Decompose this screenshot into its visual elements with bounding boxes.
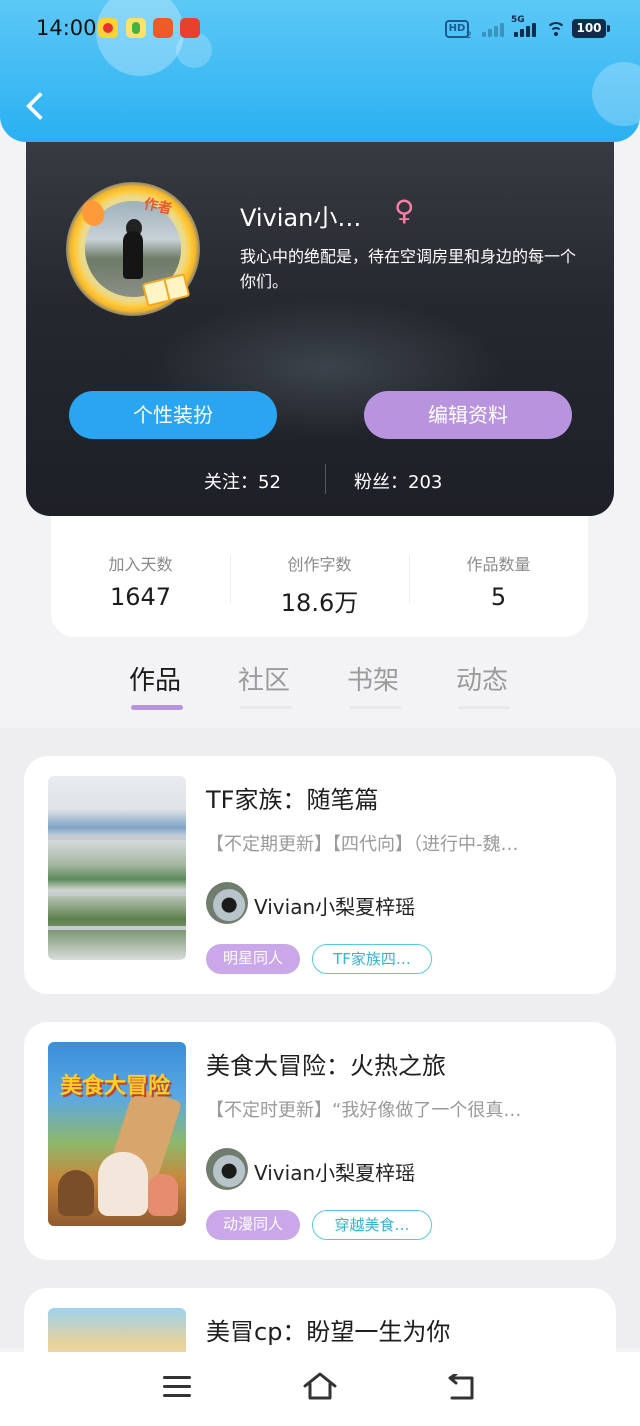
work-title: 美冒cp：盼望一生为你 bbox=[206, 1318, 451, 1346]
stat-label: 加入天数 bbox=[108, 555, 173, 574]
work-cover-image bbox=[48, 776, 186, 960]
status-time: 14:00 bbox=[36, 16, 97, 40]
follow-stats: 关注：52 粉丝：203 bbox=[26, 464, 614, 494]
app-notification-icon bbox=[180, 18, 200, 38]
work-description: 【不定期更新】【四代向】（进行中-魏… bbox=[206, 834, 519, 855]
app-notification-icon bbox=[126, 18, 146, 38]
tab-works[interactable]: 作品 bbox=[129, 660, 181, 697]
profile-bio: 我心中的绝配是，待在空调房里和身边的每一个你们。 bbox=[240, 247, 577, 291]
hd-sub-label: 2 bbox=[466, 31, 472, 41]
author-avatar bbox=[206, 882, 248, 924]
stat-label: 作品数量 bbox=[466, 555, 531, 574]
work-title: TF家族：随笔篇 bbox=[206, 786, 379, 814]
tab-activity[interactable]: 动态 bbox=[456, 660, 508, 697]
stat-works-count: 作品数量 5 bbox=[409, 551, 588, 611]
work-description: 【不定时更新】“我好像做了一个很真… bbox=[206, 1100, 522, 1121]
tab-indicator-placeholder bbox=[349, 706, 401, 709]
back-button[interactable] bbox=[20, 86, 52, 126]
stat-word-count: 创作字数 18.6万 bbox=[230, 551, 409, 618]
stat-value: 5 bbox=[490, 583, 507, 611]
active-tab-indicator bbox=[131, 705, 183, 710]
author-avatar bbox=[206, 1148, 248, 1190]
work-cover-image: 美食大冒险 bbox=[48, 1042, 186, 1226]
creator-stats: 加入天数 1647 创作字数 18.6万 作品数量 5 bbox=[51, 515, 588, 637]
profile-tabs: 作品 社区 书架 动态 bbox=[0, 650, 640, 720]
tab-bookshelf[interactable]: 书架 bbox=[347, 660, 399, 697]
profile-card: 作者 Vivian小… ♀ 我心中的绝配是，待在空调房里和身边的每一个你们。 个… bbox=[26, 118, 614, 516]
menu-icon[interactable] bbox=[163, 1376, 191, 1398]
app-notification-icon bbox=[153, 18, 173, 38]
system-nav-bar bbox=[0, 1352, 640, 1426]
wifi-icon bbox=[546, 22, 566, 36]
dress-up-button[interactable]: 个性装扮 bbox=[69, 391, 277, 439]
signal-icon bbox=[482, 21, 506, 37]
work-card[interactable]: 美食大冒险 美食大冒险：火热之旅 【不定时更新】“我好像做了一个很真… Vivi… bbox=[24, 1022, 616, 1260]
divider bbox=[325, 464, 326, 494]
status-bar: 14:00 HD 2 5G 100 bbox=[0, 0, 640, 58]
username: Vivian小… bbox=[240, 204, 362, 232]
tab-indicator-placeholder bbox=[458, 706, 510, 709]
stat-label: 创作字数 bbox=[287, 555, 352, 574]
tab-indicator-placeholder bbox=[240, 706, 292, 709]
battery-icon: 100 bbox=[572, 19, 610, 38]
female-icon: ♀ bbox=[394, 194, 415, 227]
category-tag[interactable]: 动漫同人 bbox=[206, 1210, 300, 1240]
weibo-notification-icon bbox=[98, 18, 118, 38]
home-icon[interactable] bbox=[302, 1370, 338, 1402]
edit-profile-button[interactable]: 编辑资料 bbox=[364, 391, 572, 439]
topic-tag[interactable]: TF家族四… bbox=[312, 944, 432, 974]
fans-count[interactable]: 粉丝：203 bbox=[354, 468, 442, 494]
signal-5g-icon bbox=[514, 21, 538, 37]
following-count[interactable]: 关注：52 bbox=[204, 468, 281, 494]
category-tag[interactable]: 明星同人 bbox=[206, 944, 300, 974]
topic-tag[interactable]: 穿越美食… bbox=[312, 1210, 432, 1240]
stat-join-days: 加入天数 1647 bbox=[51, 551, 230, 611]
app-header: 14:00 HD 2 5G 100 bbox=[0, 0, 640, 142]
tab-community[interactable]: 社区 bbox=[238, 660, 290, 697]
work-card[interactable]: TF家族：随笔篇 【不定期更新】【四代向】（进行中-魏… Vivian小梨夏梓瑶… bbox=[24, 756, 616, 994]
stat-value: 1647 bbox=[109, 583, 172, 611]
author-name: Vivian小梨夏梓瑶 bbox=[254, 895, 416, 919]
stat-value: 18.6万 bbox=[280, 589, 359, 617]
author-name: Vivian小梨夏梓瑶 bbox=[254, 1161, 416, 1185]
decor-bubble bbox=[592, 62, 640, 126]
work-title: 美食大冒险：火热之旅 bbox=[206, 1052, 446, 1080]
back-icon[interactable] bbox=[446, 1374, 478, 1402]
